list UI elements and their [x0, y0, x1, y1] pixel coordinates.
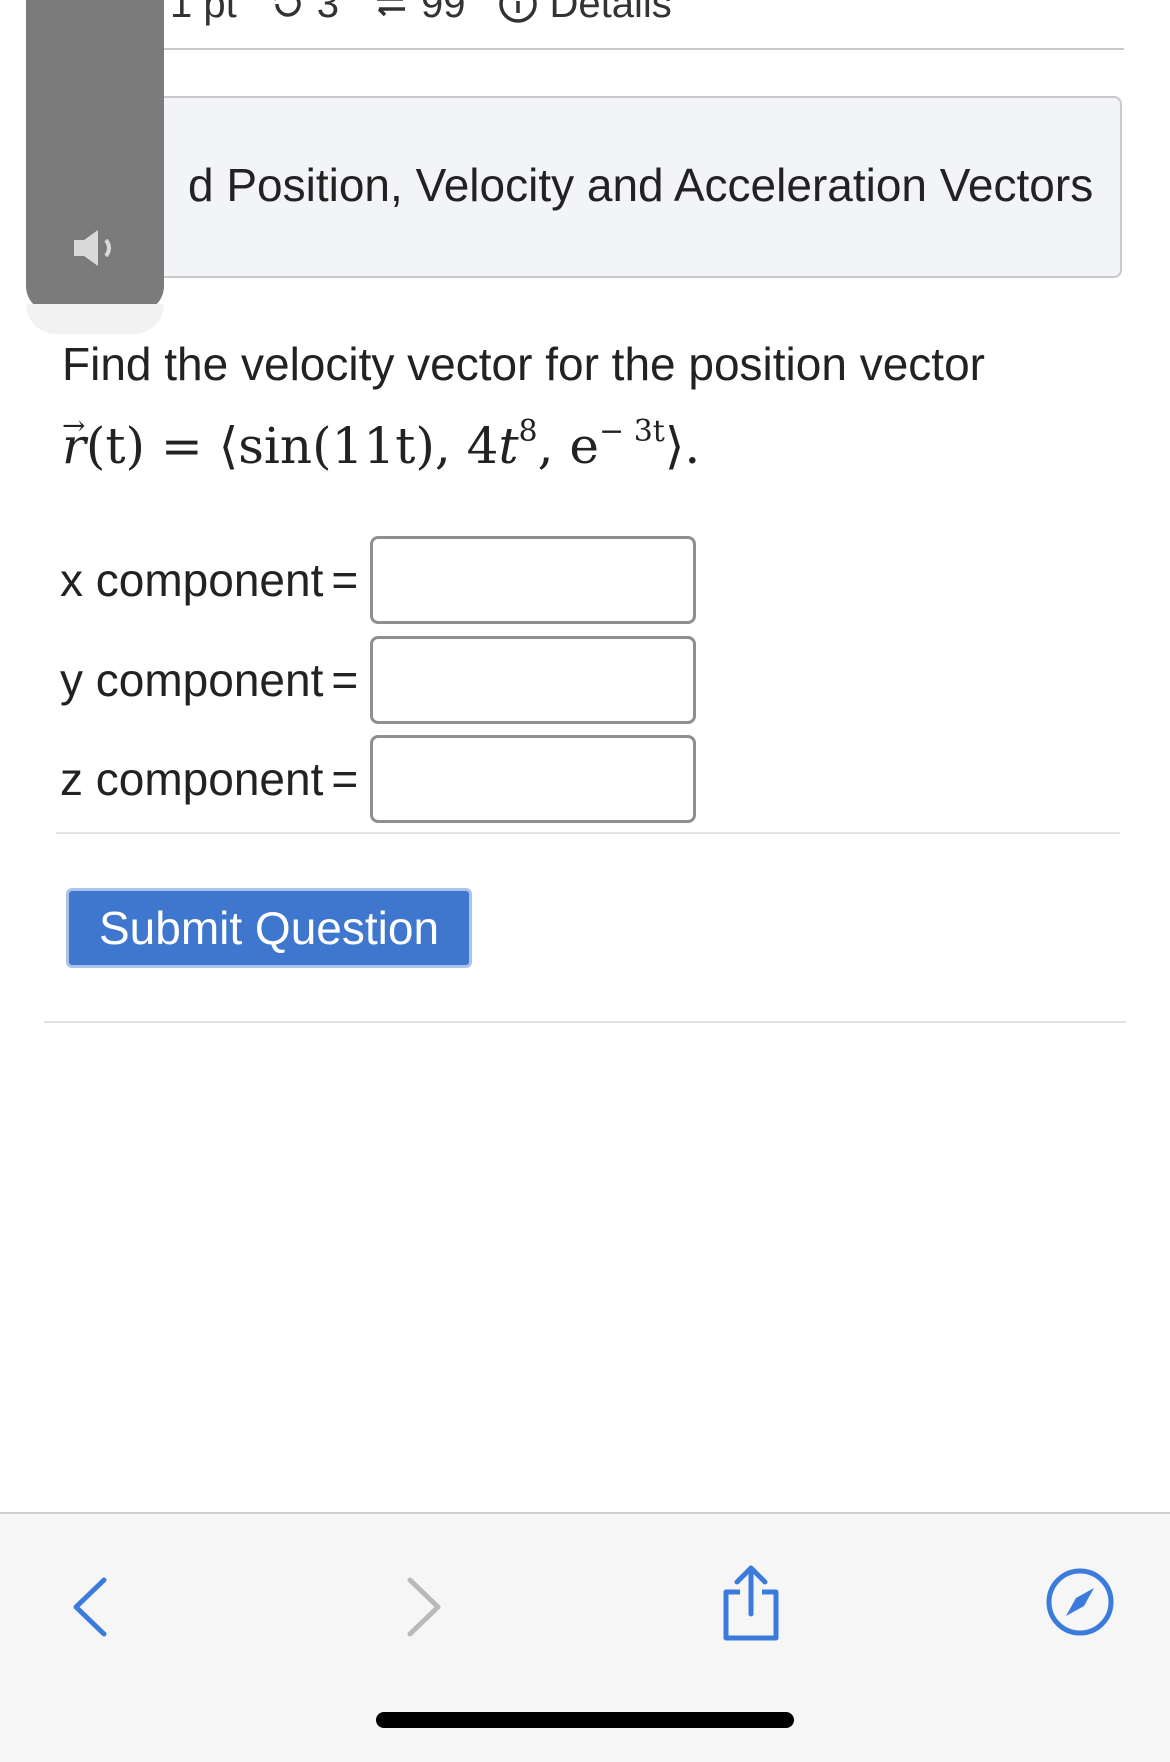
home-indicator: [376, 1712, 794, 1728]
footer-divider: [44, 1021, 1126, 1023]
y-component-row: y component =: [60, 636, 697, 724]
page: 1 pt 3 99 Details d Position, Velocity a…: [0, 0, 1170, 1762]
y-component-equals: =: [331, 654, 359, 706]
x-component-label: x component: [60, 554, 324, 606]
formula-c2: t: [498, 417, 519, 475]
attempts-icon: [376, 0, 405, 17]
z-component-equals: =: [331, 753, 359, 805]
y-component-label: y component: [60, 654, 324, 706]
x-component-input[interactable]: [370, 536, 697, 624]
retries-meta: 3: [269, 0, 339, 27]
formula-equals: =: [160, 417, 203, 475]
formula-c1: sin(11t), 4: [238, 417, 499, 475]
assignment-title-box: d Position, Velocity and Acceleration Ve…: [130, 96, 1122, 278]
answers-divider: [56, 832, 1120, 834]
position-vector-formula: → r(t) = ⟨sin(11t), 4t8, e− 3t⟩.: [62, 398, 985, 480]
attempts-text: 99: [420, 0, 466, 26]
z-component-label: z component: [60, 753, 324, 805]
x-component-equals: =: [331, 554, 359, 606]
attempts-meta: 99: [371, 0, 466, 27]
y-component-input[interactable]: [370, 636, 697, 724]
details-link[interactable]: Details: [497, 0, 672, 27]
vector-r: → r: [62, 409, 86, 480]
formula-arg: (t): [85, 417, 146, 475]
z-component-input[interactable]: [370, 735, 697, 823]
formula-open: ⟨: [218, 417, 239, 475]
submit-question-button[interactable]: Submit Question: [66, 888, 472, 968]
details-label[interactable]: Details: [549, 0, 671, 27]
points-meta: 1 pt: [170, 0, 237, 27]
retry-icon: [274, 0, 301, 17]
chevron-left-icon[interactable]: [66, 1572, 116, 1642]
speak-selection-overlay[interactable]: [26, 0, 164, 334]
vector-arrow-icon: →: [62, 409, 86, 442]
retries-text: 3: [316, 0, 339, 26]
z-component-row: z component =: [60, 735, 697, 823]
assignment-title: d Position, Velocity and Acceleration Ve…: [188, 159, 1094, 211]
x-component-row: x component =: [60, 536, 697, 624]
question-prompt: Find the velocity vector for the positio…: [62, 338, 985, 390]
question-meta-row: 1 pt 3 99 Details: [170, 0, 704, 34]
formula-c3-exp: − 3t: [599, 414, 665, 449]
formula-c3: , e: [537, 417, 600, 475]
info-icon: [499, 0, 538, 23]
speaker-icon[interactable]: [70, 226, 122, 270]
compass-icon[interactable]: [1044, 1566, 1116, 1638]
points-text: 1 pt: [170, 0, 237, 26]
formula-close: ⟩.: [664, 417, 701, 475]
formula-c2-exp: 8: [518, 414, 538, 449]
question-body: Find the velocity vector for the positio…: [62, 330, 985, 480]
chevron-right-icon[interactable]: [398, 1572, 448, 1642]
header-divider: [160, 48, 1124, 50]
share-icon[interactable]: [718, 1562, 784, 1644]
